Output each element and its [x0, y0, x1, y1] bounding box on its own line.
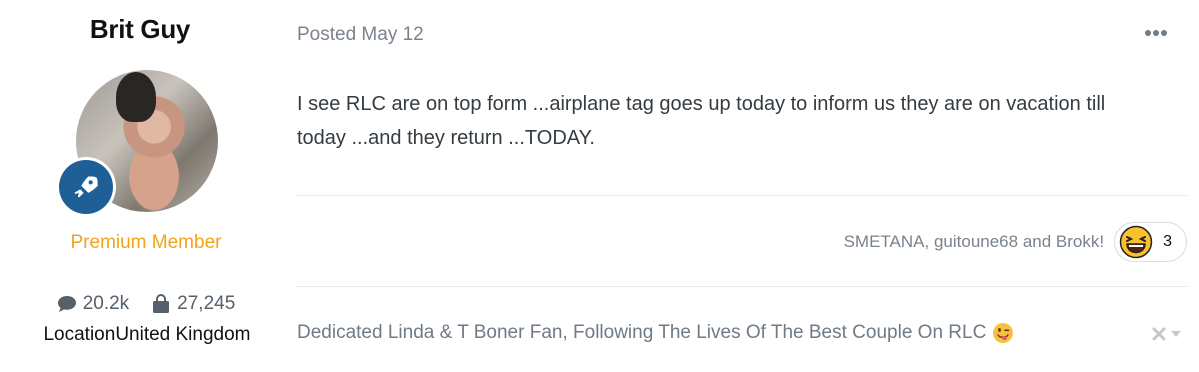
reaction-count: 3	[1163, 233, 1172, 250]
reaction-button[interactable]: 3	[1114, 222, 1187, 262]
winking-tongue-face-icon	[993, 323, 1014, 343]
shopping-bag-icon	[153, 294, 170, 313]
location-value: United Kingdom	[115, 324, 251, 345]
rocket-icon	[74, 176, 98, 198]
signature-text: Dedicated Linda & T Boner Fan, Following…	[297, 322, 987, 343]
author-stats: 20.2k 27,245	[0, 293, 292, 315]
post-content: I see RLC are on top form ...airplane ta…	[297, 93, 1106, 149]
post-date[interactable]: Posted May 12	[297, 24, 424, 46]
location-label: Location	[43, 324, 116, 345]
author-name[interactable]: Brit Guy	[0, 14, 280, 45]
author-location: LocationUnited Kingdom	[0, 324, 294, 346]
reaction-users[interactable]: SMETANA, guitoune68 and Brokk!	[844, 232, 1105, 252]
divider	[297, 195, 1187, 196]
more-options-button[interactable]	[1143, 26, 1169, 40]
reactions-bar: SMETANA, guitoune68 and Brokk! 3	[844, 222, 1187, 262]
chevron-down-icon	[1171, 331, 1181, 337]
signature: Dedicated Linda & T Boner Fan, Following…	[297, 322, 1014, 344]
post-count: 20.2k	[57, 293, 129, 315]
laughing-face-icon	[1119, 225, 1153, 259]
points-count-value: 27,245	[177, 293, 236, 314]
signature-hide-control[interactable]	[1152, 327, 1182, 341]
member-rank: Premium Member	[70, 232, 222, 253]
divider	[297, 286, 1187, 287]
points-count: 27,245	[151, 293, 235, 315]
close-icon	[1152, 327, 1166, 341]
post-count-value: 20.2k	[82, 293, 130, 314]
rank-badge	[56, 157, 116, 217]
comment-icon	[57, 296, 76, 312]
ellipsis-icon	[1145, 30, 1167, 36]
